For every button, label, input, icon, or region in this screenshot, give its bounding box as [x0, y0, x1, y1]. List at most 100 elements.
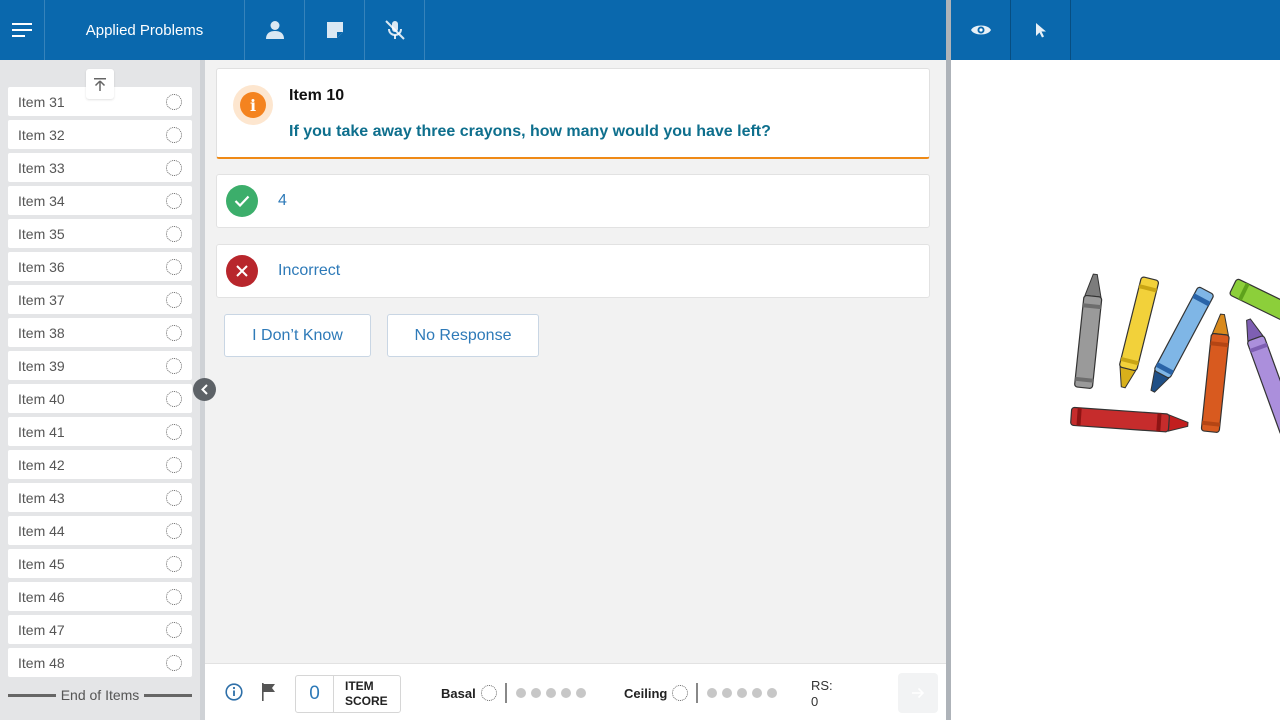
- item-panel: i Item 10 If you take away three crayons…: [205, 60, 946, 663]
- dont-know-button[interactable]: I Don’t Know: [224, 314, 371, 357]
- ceiling-separator: [696, 683, 699, 703]
- basal-pip: [575, 688, 586, 698]
- list-item[interactable]: Item 32: [8, 120, 192, 149]
- question-text: If you take away three crayons, how many…: [289, 123, 771, 140]
- item-list: Item 31 Item 32 Item 33 Item 34 Item 35 …: [8, 87, 192, 681]
- list-item[interactable]: Item 34: [8, 186, 192, 215]
- basal-pip: [515, 688, 526, 698]
- item-label: Item 47: [18, 621, 65, 638]
- test-title: Applied Problems: [45, 0, 245, 60]
- item-score-label-line2: SCORE: [345, 694, 388, 708]
- pointer-button[interactable]: [1011, 0, 1071, 60]
- no-response-button[interactable]: No Response: [387, 314, 539, 357]
- raw-score-label: RS:: [811, 678, 833, 693]
- blue-crayon: [1150, 286, 1214, 393]
- test-title-text: Applied Problems: [85, 21, 204, 39]
- basal-pip: [560, 688, 571, 698]
- scroll-to-top-button[interactable]: [86, 69, 114, 99]
- item-label: Item 48: [18, 654, 65, 671]
- mic-off-icon: [384, 20, 405, 40]
- pending-status-icon: [166, 489, 182, 506]
- x-icon: [236, 265, 248, 277]
- incorrect-answer-label: Incorrect: [278, 262, 341, 279]
- arrow-right-icon: [912, 687, 925, 699]
- basal-indicator: Basal: [441, 683, 591, 703]
- list-item[interactable]: Item 45: [8, 549, 192, 578]
- pointer-icon: [1035, 23, 1046, 38]
- list-item[interactable]: Item 39: [8, 351, 192, 380]
- item-label: Item 32: [18, 126, 65, 143]
- collapse-sidebar-button[interactable]: [193, 378, 216, 401]
- item-label: Item 42: [18, 456, 65, 473]
- stimulus-panel: [951, 60, 1280, 720]
- info-badge: i: [233, 85, 273, 125]
- examinee-button[interactable]: [245, 0, 305, 60]
- item-label: Item 45: [18, 555, 65, 572]
- basal-pip: [530, 688, 541, 698]
- basal-pip: [545, 688, 556, 698]
- mic-toggle-button[interactable]: [365, 0, 425, 60]
- pending-status-icon: [166, 390, 182, 407]
- list-item[interactable]: Item 46: [8, 582, 192, 611]
- notes-button[interactable]: [305, 0, 365, 60]
- end-line-right: [144, 693, 192, 697]
- correct-answer-label: 4: [278, 192, 287, 209]
- list-item[interactable]: Item 48: [8, 648, 192, 677]
- end-line-left: [8, 693, 56, 697]
- list-item[interactable]: Item 41: [8, 417, 192, 446]
- question-card: i Item 10 If you take away three crayons…: [216, 68, 930, 159]
- orange-crayon: [1200, 313, 1230, 433]
- stimulus-toolbar: [951, 0, 1280, 60]
- pending-status-icon: [166, 522, 182, 539]
- ceiling-pip: [707, 688, 718, 698]
- item-label: Item 44: [18, 522, 65, 539]
- pending-status-icon: [166, 654, 182, 671]
- correct-answer-option[interactable]: 4: [216, 174, 930, 228]
- raw-score: RS: 0: [811, 678, 833, 710]
- yellow-crayon: [1119, 276, 1160, 389]
- crayons-image: [1070, 273, 1280, 436]
- eye-icon: [970, 25, 991, 35]
- pending-status-icon: [166, 456, 182, 473]
- red-crayon: [1070, 406, 1189, 433]
- item-label: Item 39: [18, 357, 65, 374]
- list-item[interactable]: Item 38: [8, 318, 192, 347]
- list-item[interactable]: Item 43: [8, 483, 192, 512]
- item-label: Item 40: [18, 390, 65, 407]
- green-crayon: [1229, 278, 1280, 330]
- person-icon: [265, 21, 284, 39]
- list-item[interactable]: Item 37: [8, 285, 192, 314]
- scroll-top-icon: [94, 77, 106, 91]
- next-item-button[interactable]: [898, 673, 938, 713]
- list-item[interactable]: Item 35: [8, 219, 192, 248]
- info-circle-icon[interactable]: [225, 683, 243, 701]
- list-item[interactable]: Item 47: [8, 615, 192, 644]
- incorrect-answer-option[interactable]: Incorrect: [216, 244, 930, 298]
- check-icon: [234, 195, 250, 207]
- menu-button[interactable]: [0, 0, 45, 60]
- end-of-items-label: End of Items: [60, 687, 140, 703]
- pending-status-icon: [166, 159, 182, 176]
- incorrect-badge: [226, 255, 258, 287]
- list-item[interactable]: Item 36: [8, 252, 192, 281]
- item-label: Item 41: [18, 423, 65, 440]
- pending-status-icon: [166, 588, 182, 605]
- view-button[interactable]: [951, 0, 1011, 60]
- ceiling-pip: [737, 688, 748, 698]
- bottom-bar: 0 ITEM SCORE Basal Ceiling RS: 0: [205, 663, 946, 720]
- list-item[interactable]: Item 42: [8, 450, 192, 479]
- pending-status-icon: [166, 93, 182, 110]
- item-label: Item 46: [18, 588, 65, 605]
- basal-status-icon: [480, 685, 497, 701]
- flag-icon[interactable]: [261, 682, 277, 702]
- ceiling-status-icon: [672, 685, 689, 701]
- ceiling-pip: [722, 688, 733, 698]
- list-item[interactable]: Item 33: [8, 153, 192, 182]
- menu-icon: [12, 23, 32, 37]
- list-item[interactable]: Item 44: [8, 516, 192, 545]
- item-label: Item 36: [18, 258, 65, 275]
- list-item[interactable]: Item 40: [8, 384, 192, 413]
- basal-separator: [504, 683, 507, 703]
- item-label: Item 38: [18, 324, 65, 341]
- item-score-box: 0 ITEM SCORE: [295, 675, 401, 713]
